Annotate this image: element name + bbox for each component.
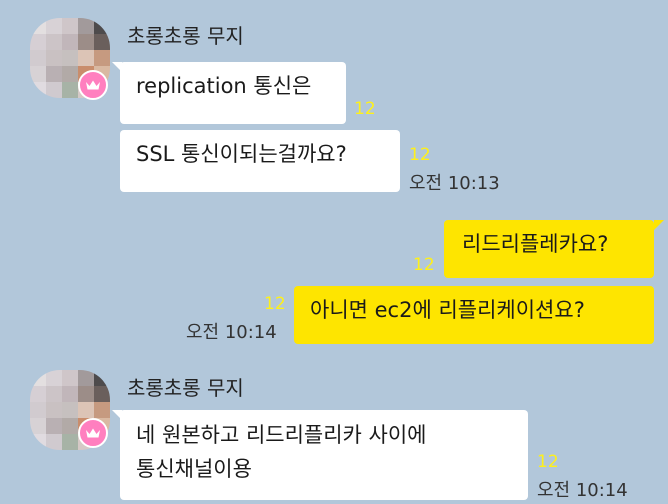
message-text: 리드리플레카요? <box>462 232 609 256</box>
bubble-tail <box>654 220 664 230</box>
unread-count: 12 <box>354 99 376 119</box>
message-bubble[interactable]: 아니면 ec2에 리플리케이션요? <box>294 286 654 344</box>
message-bubble[interactable]: replication 통신은 <box>120 62 346 124</box>
unread-count: 12 <box>409 145 431 165</box>
unread-count: 12 <box>537 452 559 472</box>
message-bubble[interactable]: SSL 통신이되는걸까요? <box>120 130 400 192</box>
message-text: 네 원본하고 리드리플리카 사이에 <box>136 423 427 447</box>
timestamp: 오전 10:13 <box>409 173 500 194</box>
crown-icon <box>78 418 108 448</box>
message-bubble[interactable]: 네 원본하고 리드리플리카 사이에 통신채널이용 <box>120 410 528 500</box>
timestamp: 오전 10:14 <box>537 480 628 501</box>
sender-name[interactable]: 초롱초롱 무지 <box>127 372 244 401</box>
message-text: SSL 통신이되는걸까요? <box>136 142 347 166</box>
crown-icon <box>78 70 108 100</box>
message-text: 통신채널이용 <box>136 457 252 481</box>
message-bubble[interactable]: 리드리플레카요? <box>444 220 654 278</box>
message-text: 아니면 ec2에 리플리케이션요? <box>310 298 585 322</box>
message-text: replication 통신은 <box>136 74 312 98</box>
sender-name[interactable]: 초롱초롱 무지 <box>127 20 244 49</box>
unread-count: 12 <box>264 294 286 314</box>
unread-count: 12 <box>413 255 435 275</box>
timestamp: 오전 10:14 <box>186 322 277 343</box>
